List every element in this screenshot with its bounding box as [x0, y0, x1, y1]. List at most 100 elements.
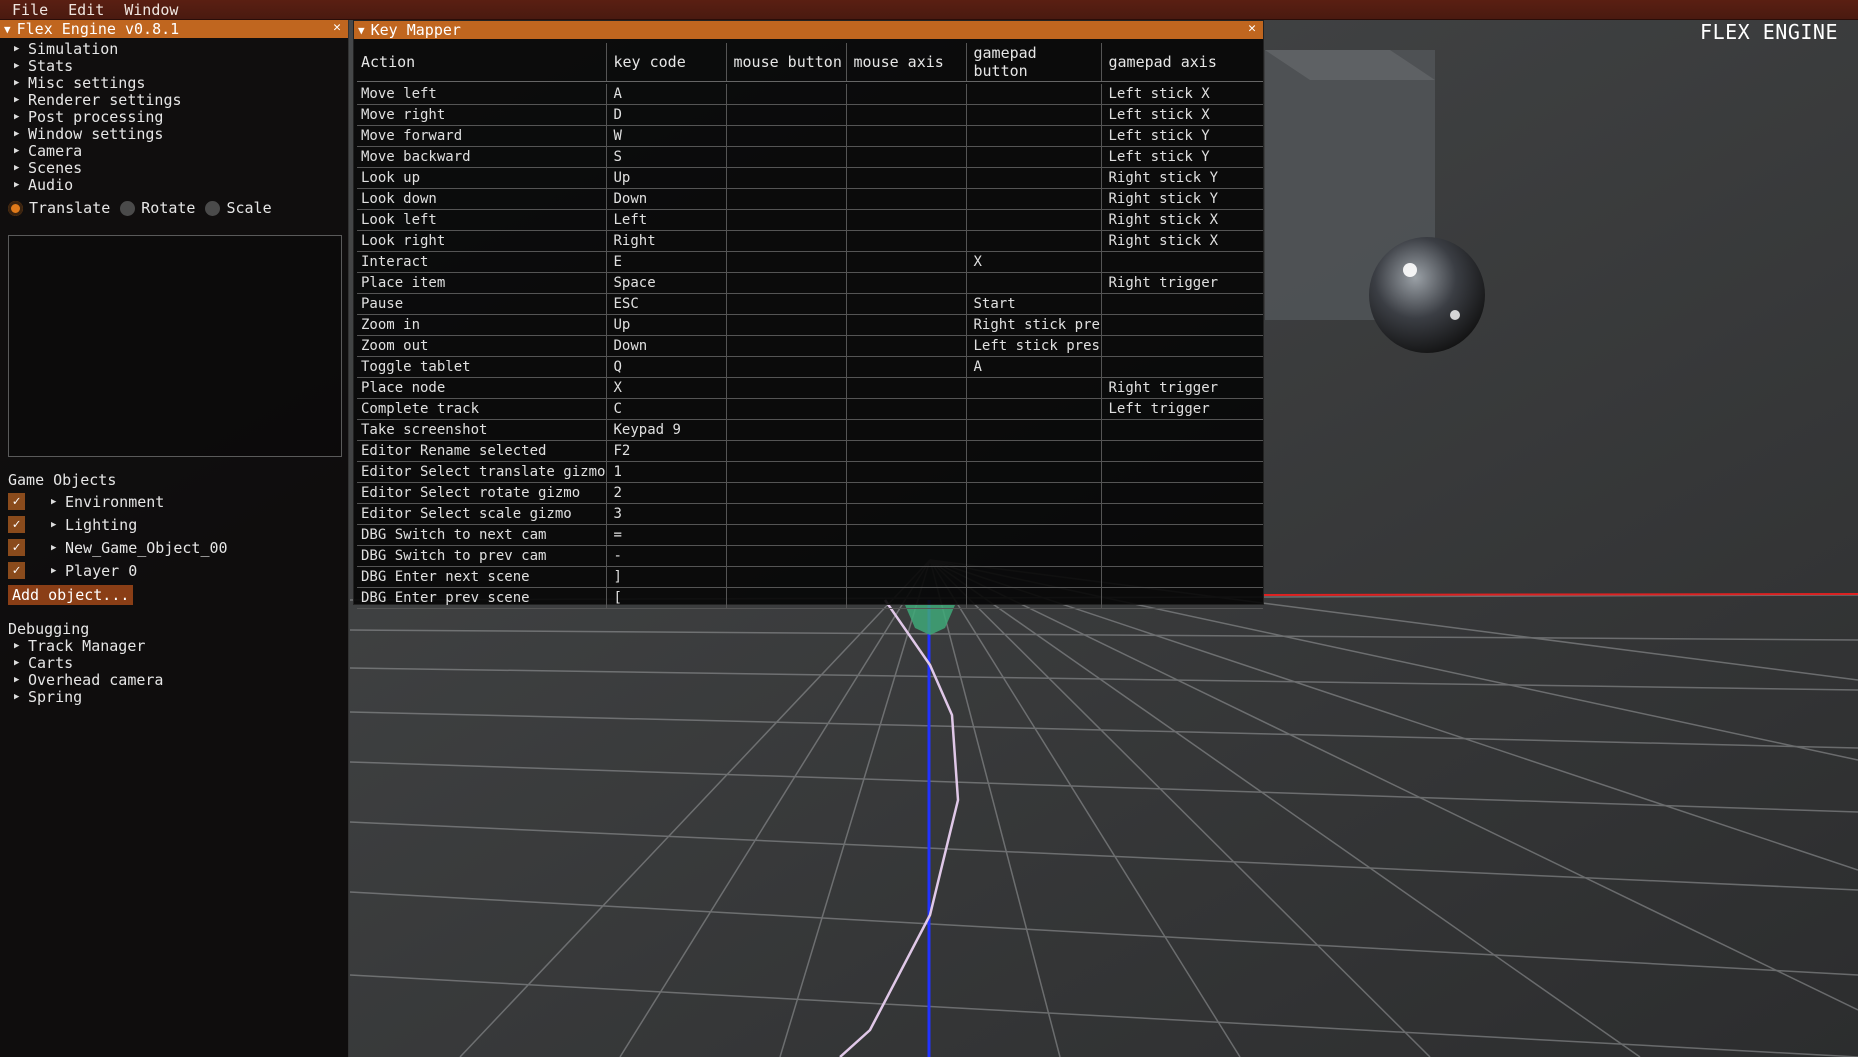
cell-mouse-axis[interactable] — [845, 440, 966, 462]
cell-mouse-button[interactable] — [725, 251, 846, 273]
engine-panel-titlebar[interactable]: ▼ Flex Engine v0.8.1 ✕ — [0, 20, 348, 38]
cell-gamepad-axis[interactable] — [1100, 314, 1263, 336]
cell-mouse-button[interactable] — [725, 419, 846, 441]
tree-item-renderer-settings[interactable]: ▶ Renderer settings — [0, 92, 348, 109]
radio-rotate[interactable]: Rotate — [120, 199, 195, 217]
menu-edit[interactable]: Edit — [56, 1, 112, 19]
checkbox-checked-icon[interactable]: ✓ — [8, 516, 25, 533]
game-object-environment[interactable]: ✓ ▶ Environment — [0, 490, 348, 513]
game-object-player-0[interactable]: ✓ ▶ Player 0 — [0, 559, 348, 582]
cell-key-code[interactable]: ESC — [605, 293, 726, 315]
cell-gamepad-button[interactable]: Start — [965, 293, 1101, 315]
collapse-triangle-icon[interactable]: ▼ — [4, 23, 11, 36]
table-row[interactable]: DBG Enter next scene] — [357, 566, 1263, 588]
cell-gamepad-button[interactable]: Left stick press — [965, 335, 1101, 357]
cell-gamepad-button[interactable]: X — [965, 251, 1101, 273]
collapse-triangle-icon[interactable]: ▼ — [358, 24, 365, 37]
tree-item-spring[interactable]: ▶ Spring — [0, 689, 348, 706]
table-row[interactable]: Take screenshot Keypad 9 — [357, 419, 1263, 441]
cell-gamepad-axis[interactable]: Left trigger — [1100, 398, 1263, 420]
cell-mouse-axis[interactable] — [845, 209, 966, 231]
cell-gamepad-axis[interactable] — [1100, 419, 1263, 441]
table-row[interactable]: Move forward W Left stick Y — [357, 125, 1263, 147]
cell-key-code[interactable]: Up — [605, 314, 726, 336]
cell-mouse-axis[interactable] — [845, 272, 966, 294]
cell-gamepad-axis[interactable]: Right stick Y — [1100, 167, 1263, 189]
cell-gamepad-axis[interactable] — [1100, 503, 1263, 525]
game-object-lighting[interactable]: ✓ ▶ Lighting — [0, 513, 348, 536]
cell-mouse-button[interactable] — [725, 104, 846, 126]
cell-key-code[interactable]: [ — [605, 587, 726, 609]
checkbox-checked-icon[interactable]: ✓ — [8, 539, 25, 556]
cell-gamepad-axis[interactable]: Left stick X — [1100, 84, 1263, 105]
tree-item-misc-settings[interactable]: ▶ Misc settings — [0, 75, 348, 92]
cell-gamepad-button[interactable] — [965, 167, 1101, 189]
expand-arrow-icon[interactable]: ▶ — [51, 520, 65, 530]
cell-key-code[interactable]: 3 — [605, 503, 726, 525]
cell-mouse-button[interactable] — [725, 503, 846, 525]
cell-gamepad-axis[interactable]: Right stick X — [1100, 209, 1263, 231]
table-row[interactable]: Editor Select scale gizmo 3 — [357, 503, 1263, 525]
cell-key-code[interactable]: S — [605, 146, 726, 168]
tree-item-stats[interactable]: ▶ Stats — [0, 58, 348, 75]
table-row[interactable]: Pause ESC Start — [357, 293, 1263, 315]
table-row[interactable]: Editor Rename selected F2 — [357, 440, 1263, 462]
cell-gamepad-button[interactable] — [965, 461, 1101, 483]
cell-gamepad-axis[interactable]: Right trigger — [1100, 377, 1263, 399]
table-row[interactable]: Toggle tablet Q A — [357, 356, 1263, 378]
cell-key-code[interactable]: Q — [605, 356, 726, 378]
expand-arrow-icon[interactable]: ▶ — [51, 566, 65, 576]
cell-key-code[interactable]: A — [605, 84, 726, 105]
cell-mouse-button[interactable] — [725, 566, 846, 588]
cell-mouse-axis[interactable] — [845, 356, 966, 378]
cell-key-code[interactable]: E — [605, 251, 726, 273]
cell-gamepad-button[interactable]: A — [965, 356, 1101, 378]
cell-mouse-axis[interactable] — [845, 503, 966, 525]
cell-key-code[interactable]: C — [605, 398, 726, 420]
cell-gamepad-button[interactable] — [965, 566, 1101, 588]
add-object-button[interactable]: Add object... — [8, 585, 134, 605]
cell-key-code[interactable]: Down — [605, 188, 726, 210]
cell-mouse-button[interactable] — [725, 272, 846, 294]
cell-gamepad-button[interactable] — [965, 440, 1101, 462]
tree-item-carts[interactable]: ▶ Carts — [0, 655, 348, 672]
cell-gamepad-axis[interactable]: Right trigger — [1100, 272, 1263, 294]
tree-item-camera[interactable]: ▶ Camera — [0, 143, 348, 160]
cell-mouse-button[interactable] — [725, 356, 846, 378]
close-icon[interactable]: ✕ — [1245, 22, 1259, 36]
checkbox-checked-icon[interactable]: ✓ — [8, 562, 25, 579]
table-row[interactable]: DBG Switch to prev cam - — [357, 545, 1263, 567]
cell-mouse-button[interactable] — [725, 482, 846, 504]
table-row[interactable]: Zoom in Up Right stick pres — [357, 314, 1263, 336]
table-row[interactable]: Complete track C Left trigger — [357, 398, 1263, 420]
cell-gamepad-axis[interactable] — [1100, 524, 1263, 546]
cell-key-code[interactable]: Space — [605, 272, 726, 294]
cell-gamepad-axis[interactable] — [1100, 293, 1263, 315]
cell-gamepad-button[interactable] — [965, 272, 1101, 294]
table-row[interactable]: Place node X Right trigger — [357, 377, 1263, 399]
cell-mouse-axis[interactable] — [845, 482, 966, 504]
table-row[interactable]: Place item Space Right trigger — [357, 272, 1263, 294]
tree-item-overhead-camera[interactable]: ▶ Overhead camera — [0, 672, 348, 689]
cell-mouse-button[interactable] — [725, 440, 846, 462]
cell-key-code[interactable]: - — [605, 545, 726, 567]
table-row[interactable]: DBG Enter prev scene[ — [357, 587, 1263, 609]
cell-mouse-axis[interactable] — [845, 167, 966, 189]
cell-key-code[interactable]: Up — [605, 167, 726, 189]
cell-mouse-axis[interactable] — [845, 377, 966, 399]
cell-mouse-button[interactable] — [725, 314, 846, 336]
expand-arrow-icon[interactable]: ▶ — [51, 543, 65, 553]
cell-mouse-button[interactable] — [725, 524, 846, 546]
cell-gamepad-button[interactable] — [965, 587, 1101, 609]
cell-gamepad-axis[interactable]: Left stick X — [1100, 104, 1263, 126]
cell-gamepad-button[interactable] — [965, 545, 1101, 567]
tree-item-simulation[interactable]: ▶ Simulation — [0, 41, 348, 58]
cell-mouse-axis[interactable] — [845, 461, 966, 483]
cell-mouse-button[interactable] — [725, 335, 846, 357]
radio-scale[interactable]: Scale — [205, 199, 272, 217]
cell-gamepad-button[interactable] — [965, 230, 1101, 252]
cell-gamepad-axis[interactable]: Right stick Y — [1100, 188, 1263, 210]
cell-gamepad-button[interactable] — [965, 84, 1101, 105]
table-row[interactable]: Interact E X — [357, 251, 1263, 273]
cell-mouse-axis[interactable] — [845, 84, 966, 105]
